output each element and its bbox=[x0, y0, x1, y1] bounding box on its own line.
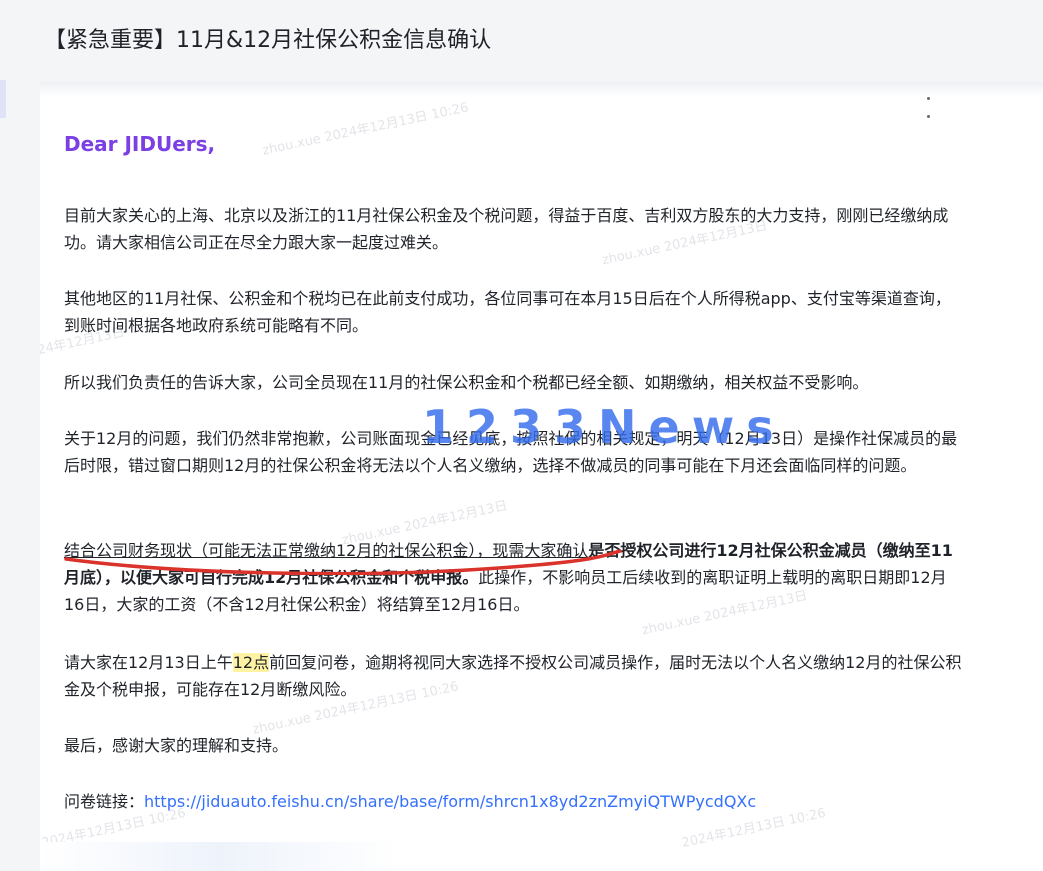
survey-line: 问卷链接：https://jiduauto.feishu.cn/share/ba… bbox=[64, 788, 964, 815]
paragraph-6: 请大家在12月13日上午12点前回复问卷，逾期将视同大家选择不授权公司减员操作，… bbox=[64, 649, 964, 703]
toolbar-dots: ····· bbox=[690, 82, 853, 90]
underlined-text: 结合公司财务现状（可能无法正常缴纳12月的社保公积金），现需大家确认 bbox=[64, 541, 589, 560]
paragraph-4: 关于12月的问题，我们仍然非常抱歉，公司账面现金已经见底，按照社保的相关规定，明… bbox=[64, 429, 958, 475]
paragraph-6-start: 请大家在12月13日上午 bbox=[64, 653, 233, 672]
more-vertical-icon[interactable] bbox=[920, 82, 936, 118]
card-top-shadow bbox=[40, 82, 1043, 96]
email-body: ····· zhou.xue 2024年12月13日 10:26 zhou.xu… bbox=[40, 82, 1043, 871]
survey-link[interactable]: https://jiduauto.feishu.cn/share/base/fo… bbox=[144, 792, 756, 811]
paragraph-3: 所以我们负责任的告诉大家，公司全员现在11月的社保公积金和个税都已经全额、如期缴… bbox=[64, 373, 869, 392]
paragraph-1: 目前大家关心的上海、北京以及浙江的11月社保公积金及个税问题，得益于百度、吉利双… bbox=[64, 206, 949, 252]
paragraph-5: 结合公司财务现状（可能无法正常缴纳12月的社保公积金），现需大家确认是否授权公司… bbox=[64, 537, 964, 618]
paragraph-2: 其他地区的11月社保、公积金和个税均已在此前支付成功，各位同事可在本月15日后在… bbox=[64, 289, 951, 335]
survey-label: 问卷链接： bbox=[64, 792, 145, 811]
email-subject: 【紧急重要】11月&12月社保公积金信息确认 bbox=[44, 28, 492, 53]
paragraph-7: 最后，感谢大家的理解和支持。 bbox=[64, 736, 289, 755]
watermark-text: zhou.xue 2024年12月13日 10:26 bbox=[261, 100, 470, 159]
bottom-fade bbox=[40, 842, 400, 871]
highlighted-time: 12点 bbox=[232, 653, 270, 672]
email-header: 【紧急重要】11月&12月社保公积金信息确认 bbox=[0, 0, 1043, 80]
greeting: Dear JIDUers, bbox=[64, 132, 216, 156]
